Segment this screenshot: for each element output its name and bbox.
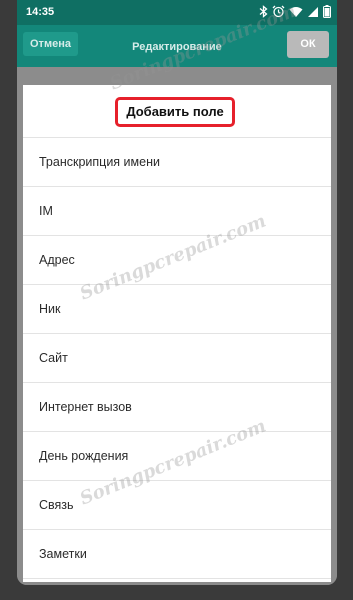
list-item-internet-call[interactable]: Интернет вызов	[23, 383, 331, 432]
add-field-dialog: Добавить поле Транскрипция имени IM Адре…	[23, 85, 331, 582]
list-item-nickname[interactable]: Ник	[23, 285, 331, 334]
field-list: Транскрипция имени IM Адрес Ник Сайт Инт…	[23, 138, 331, 579]
list-item-relation[interactable]: Связь	[23, 481, 331, 530]
bluetooth-icon	[259, 5, 268, 18]
list-item-notes[interactable]: Заметки	[23, 530, 331, 579]
dialog-header: Добавить поле	[23, 85, 331, 138]
list-item-website[interactable]: Сайт	[23, 334, 331, 383]
list-item-im[interactable]: IM	[23, 187, 331, 236]
list-item-name-transcription[interactable]: Транскрипция имени	[23, 138, 331, 187]
status-bar: 14:35	[17, 0, 337, 25]
action-bar: Отмена Редактирование ОК	[17, 25, 337, 67]
status-icons	[259, 5, 331, 18]
battery-icon	[323, 5, 331, 18]
ok-button[interactable]: ОК	[287, 31, 329, 58]
phone-screen: 14:35 Отмена Редактирование ОК Добавить …	[17, 0, 337, 585]
list-item-address[interactable]: Адрес	[23, 236, 331, 285]
dialog-title: Добавить поле	[115, 97, 235, 127]
list-item-birthday[interactable]: День рождения	[23, 432, 331, 481]
status-time: 14:35	[26, 6, 55, 18]
wifi-icon	[289, 6, 303, 18]
alarm-icon	[272, 5, 285, 18]
signal-icon	[307, 6, 319, 18]
